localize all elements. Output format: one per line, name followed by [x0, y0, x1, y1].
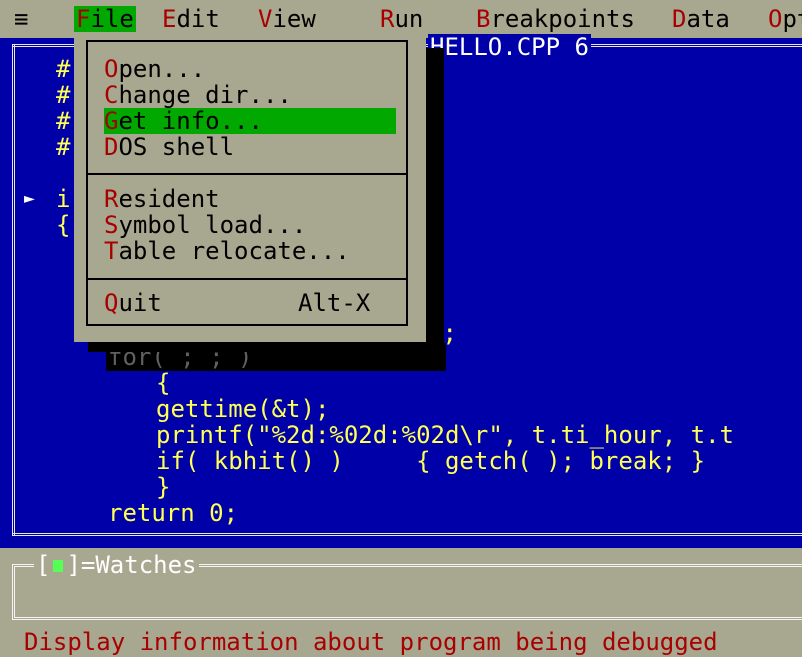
menu-breakpoints[interactable]: Breakpoints — [476, 6, 635, 32]
menu-item-dos-shell[interactable]: DOS shell — [104, 134, 234, 160]
menu-file[interactable]: File — [74, 6, 136, 32]
menu-file-label: ile — [90, 5, 134, 33]
code-window-frame-bottom — [12, 533, 802, 536]
watches-close-bracket-open: [ — [36, 551, 51, 579]
menu-bar: ≡ File Edit View Run Breakpoints Data Op… — [0, 0, 802, 38]
code-line: return 0; — [108, 499, 239, 527]
hotkey: R — [104, 185, 119, 213]
hotkey: S — [104, 211, 119, 239]
code-line: printf("%2d:%02d:%02d\r", t.ti_hour, t.t — [156, 421, 734, 449]
menu-item-quit-shortcut: Alt-X — [298, 289, 371, 317]
menu-item-symbol-load[interactable]: Symbol load... — [104, 212, 306, 238]
menu-item-label: pen... — [118, 55, 206, 83]
code-line: } — [156, 473, 171, 501]
hotkey: D — [104, 133, 119, 161]
hotkey: Q — [104, 289, 119, 317]
menu-edit-hotkey: E — [162, 5, 177, 33]
menu-item-get-info[interactable]: Get info... — [104, 108, 396, 134]
code-line: gettime(&t); — [156, 395, 330, 423]
menu-item-label: esident — [118, 185, 220, 213]
menu-data[interactable]: Data — [672, 6, 730, 32]
watches-close-bracket-close: ] — [66, 551, 81, 579]
code-line: # — [56, 55, 71, 83]
menu-options-hotkey: O — [768, 5, 783, 33]
menu-item-open[interactable]: Open... — [104, 56, 205, 82]
hotkey: C — [104, 81, 119, 109]
menu-data-label: ata — [686, 5, 730, 33]
status-line: Display information about program being … — [0, 628, 802, 657]
menu-file-hotkey: F — [76, 5, 91, 33]
status-line-text: Display information about program being … — [24, 628, 718, 656]
menu-edit[interactable]: Edit — [162, 6, 220, 32]
menu-run-hotkey: R — [380, 5, 395, 33]
close-icon[interactable] — [53, 560, 64, 572]
menu-options-label: pt — [782, 5, 802, 33]
menu-item-change-dir[interactable]: Change dir... — [104, 82, 292, 108]
code-window-title: HELLO.CPP 6 — [428, 33, 591, 61]
menu-view-hotkey: V — [258, 5, 273, 33]
code-line: i — [56, 185, 71, 213]
menu-run-label: un — [394, 5, 424, 33]
menu-run[interactable]: Run — [380, 6, 423, 32]
code-line: if( kbhit() ) { getch( ); break; } — [156, 447, 706, 475]
menu-item-resident[interactable]: Resident — [104, 186, 220, 212]
menu-shadow — [426, 48, 444, 342]
menu-item-label: hange dir... — [118, 81, 292, 109]
menu-data-hotkey: D — [672, 5, 687, 33]
code-line: # — [56, 133, 71, 161]
system-menu-icon[interactable]: ≡ — [14, 6, 28, 32]
code-line: { — [156, 369, 171, 397]
watches-title-label: =Watches — [80, 551, 197, 579]
menu-separator — [86, 173, 408, 175]
menu-breakpoints-hotkey: B — [476, 5, 491, 33]
menu-item-label: able relocate... — [118, 237, 350, 265]
menu-view-label: iew — [272, 5, 316, 33]
file-menu-dropdown: Open... Change dir... Get info... DOS sh… — [74, 38, 426, 342]
watches-window-title: []=Watches — [34, 552, 199, 578]
hotkey: G — [104, 107, 119, 135]
menu-item-label: uit — [118, 289, 162, 317]
code-window-frame-left — [12, 44, 15, 536]
menu-breakpoints-label: reakpoints — [490, 5, 635, 33]
menu-options[interactable]: Opt — [768, 6, 802, 32]
code-line: # — [56, 107, 71, 135]
menu-item-label: OS shell — [118, 133, 235, 161]
menu-shadow — [88, 342, 444, 352]
menu-edit-label: dit — [176, 5, 220, 33]
code-line: # — [56, 81, 71, 109]
menu-separator — [86, 278, 408, 280]
code-line: { — [56, 211, 71, 239]
hotkey: T — [104, 237, 119, 265]
execution-pointer-icon: ► — [24, 188, 35, 209]
hotkey: O — [104, 55, 119, 83]
menu-item-quit[interactable]: Quit — [104, 290, 162, 316]
menu-item-label: et info... — [118, 107, 263, 135]
menu-item-table-relocate[interactable]: Table relocate... — [104, 238, 350, 264]
menu-view[interactable]: View — [258, 6, 316, 32]
watches-window[interactable]: []=Watches — [0, 548, 802, 628]
menu-item-label: ymbol load... — [118, 211, 307, 239]
